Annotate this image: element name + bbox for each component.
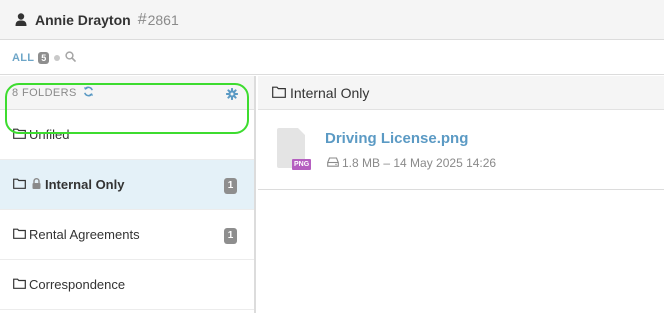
settings-icon[interactable] <box>226 87 238 105</box>
all-count-badge: 5 <box>38 51 50 64</box>
separator-dot <box>54 54 61 61</box>
folders-count: 8 FOLDERS <box>12 86 77 99</box>
folder-icon <box>13 227 26 242</box>
file-thumbnail[interactable]: PNG <box>277 128 312 170</box>
folder-icon <box>13 177 26 192</box>
files-panel: Internal Only PNG Driving License.png 1.… <box>258 76 664 313</box>
folder-count-badge: 1 <box>224 178 237 194</box>
file-type-tag: PNG <box>292 159 312 170</box>
file-meta: 1.8 MB – 14 May 2025 14:26 <box>327 156 496 170</box>
folder-label: Unfiled <box>29 127 70 142</box>
folder-icon <box>13 127 26 142</box>
panel-header: Internal Only <box>258 76 664 110</box>
sidebar-header: 8 FOLDERS <box>0 76 254 110</box>
file-row[interactable]: PNG Driving License.png 1.8 MB – 14 May … <box>258 110 664 190</box>
contact-name: Annie Drayton <box>35 11 131 28</box>
folder-count-badge: 1 <box>224 228 237 244</box>
contact-id: 2861 <box>147 11 179 28</box>
drive-icon <box>327 156 339 170</box>
search-icon[interactable] <box>65 49 77 67</box>
filter-all-tab[interactable]: ALL <box>12 52 34 64</box>
folder-icon <box>272 85 286 101</box>
folder-label: Rental Agreements <box>29 227 140 242</box>
file-name-link[interactable]: Driving License.png <box>325 130 468 147</box>
panel-title: Internal Only <box>290 84 370 101</box>
folder-sidebar: 8 FOLDERS Unfiled Internal Only 1 Rental… <box>0 76 256 313</box>
folder-item-unfiled[interactable]: Unfiled <box>0 110 254 160</box>
contact-header: Annie Drayton # 2861 <box>0 0 664 40</box>
person-icon <box>15 13 27 26</box>
folder-icon <box>13 277 26 292</box>
folder-item-correspondence[interactable]: Correspondence <box>0 260 254 310</box>
folder-item-internal-only[interactable]: Internal Only 1 <box>0 160 254 210</box>
hash-icon: # <box>137 10 147 28</box>
file-size-date: 1.8 MB – 14 May 2025 14:26 <box>342 156 497 170</box>
folder-label: Correspondence <box>29 277 126 292</box>
lock-icon <box>32 177 41 192</box>
filter-bar: ALL 5 <box>0 41 664 75</box>
folder-label: Internal Only <box>45 177 125 192</box>
refresh-icon[interactable] <box>83 84 94 102</box>
folder-item-rental-agreements[interactable]: Rental Agreements 1 <box>0 210 254 260</box>
